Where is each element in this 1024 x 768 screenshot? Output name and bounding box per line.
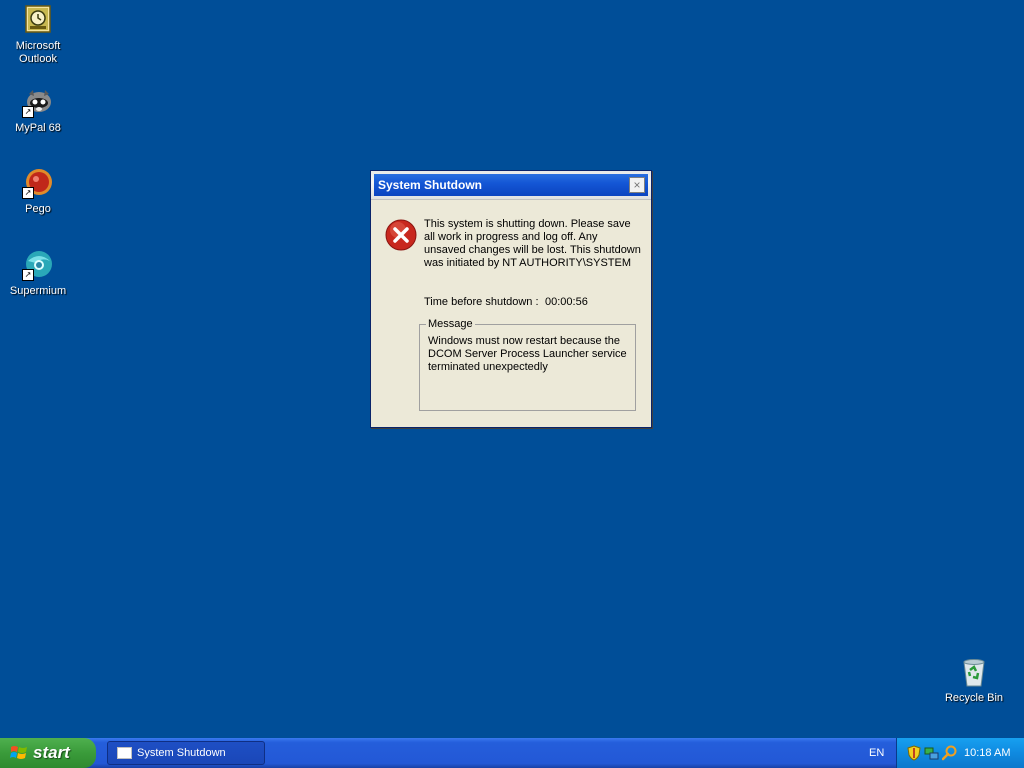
close-icon: ×: [633, 178, 641, 192]
desktop-icon-label: Supermium: [9, 285, 67, 297]
mypal-icon: ↗: [22, 86, 54, 118]
system-tray: 10:18 AM: [896, 738, 1024, 768]
dialog-titlebar[interactable]: System Shutdown ×: [371, 171, 651, 200]
shortcut-arrow-icon: ↗: [22, 106, 34, 118]
desktop-icon-recycle-bin[interactable]: Recycle Bin: [936, 656, 1012, 705]
security-shield-icon[interactable]: [906, 745, 922, 761]
language-indicator[interactable]: EN: [869, 738, 884, 768]
shortcut-arrow-icon: ↗: [22, 269, 34, 281]
taskbar-button-label: System Shutdown: [137, 747, 226, 759]
search-icon[interactable]: [942, 745, 958, 761]
network-icon[interactable]: [924, 745, 940, 761]
close-button[interactable]: ×: [629, 177, 645, 193]
recycle-bin-icon: [958, 656, 990, 688]
start-label: start: [33, 743, 70, 762]
desktop-icon-label: MyPal 68: [15, 122, 61, 134]
time-before-shutdown-label: Time before shutdown :: [424, 296, 539, 308]
shutdown-message: This system is shutting down. Please sav…: [424, 218, 641, 269]
shutdown-dialog: System Shutdown × This system is shuttin…: [370, 170, 652, 428]
desktop-icon-label: Pego: [25, 203, 51, 215]
desktop: Microsoft Outlook ↗ MyPal 68 ↗ Pego ↗ Su…: [0, 0, 1024, 738]
time-before-shutdown-value: 00:00:56: [545, 296, 588, 308]
outlook-icon: [22, 4, 54, 36]
dialog-title: System Shutdown: [378, 178, 483, 192]
shortcut-arrow-icon: ↗: [22, 187, 34, 199]
message-group-label: Message: [426, 318, 475, 331]
dialog-titlebar-fill: System Shutdown ×: [374, 174, 648, 196]
desktop-icon-pego[interactable]: ↗ Pego: [0, 167, 76, 216]
pego-icon: ↗: [22, 167, 54, 199]
desktop-icon-supermium[interactable]: ↗ Supermium: [0, 249, 76, 298]
error-icon: [385, 219, 417, 251]
taskbar-button-system-shutdown[interactable]: System Shutdown: [107, 741, 265, 765]
message-group: Message Windows must now restart because…: [419, 318, 636, 411]
supermium-icon: ↗: [22, 249, 54, 281]
desktop-icon-label: Recycle Bin: [944, 692, 1004, 704]
windows-logo-icon: [10, 746, 27, 759]
desktop-icon-outlook[interactable]: Microsoft Outlook: [0, 4, 76, 66]
window-icon: [117, 747, 132, 759]
desktop-icon-mypal[interactable]: ↗ MyPal 68: [0, 86, 76, 135]
start-button[interactable]: start: [0, 738, 96, 768]
desktop-icon-label: Microsoft Outlook: [15, 40, 61, 65]
taskbar: start System Shutdown EN 10:18 AM: [0, 738, 1024, 768]
clock[interactable]: 10:18 AM: [964, 738, 1010, 768]
message-body: Windows must now restart because the DCO…: [428, 335, 627, 373]
